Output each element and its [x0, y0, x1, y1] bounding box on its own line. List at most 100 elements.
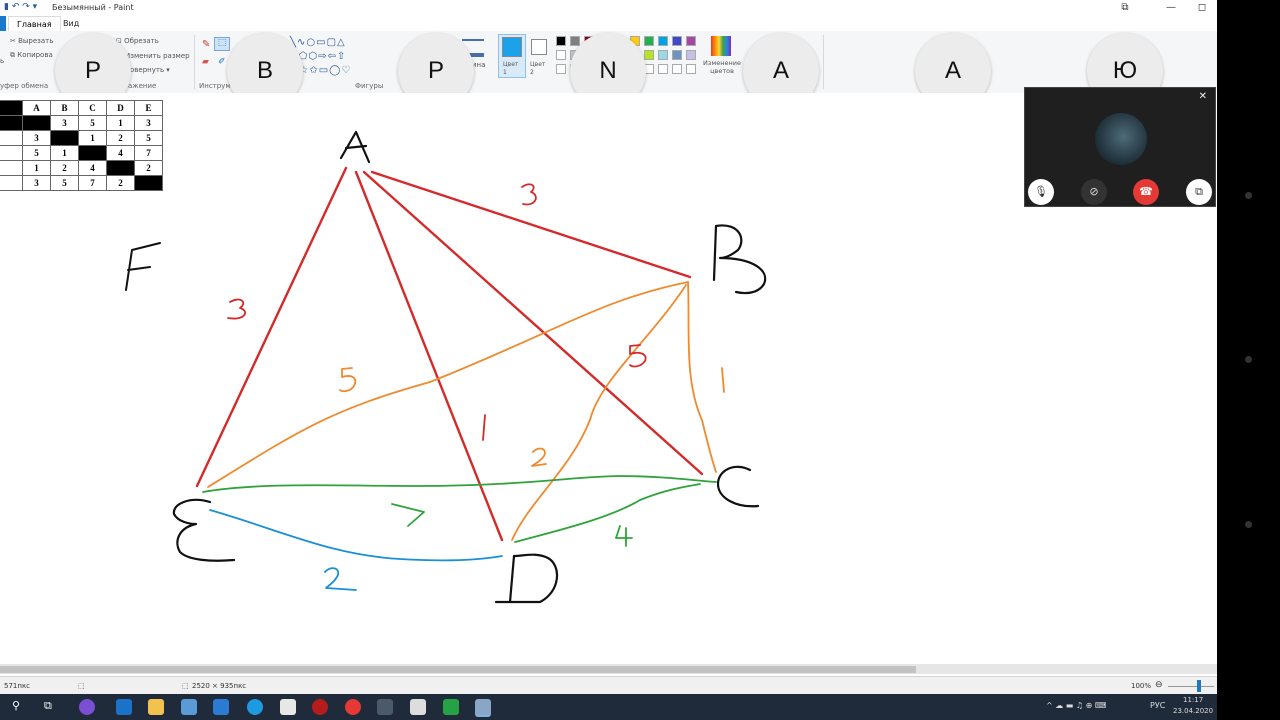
- paint-icon[interactable]: [475, 699, 491, 717]
- matrix-header-cell: B: [50, 100, 79, 116]
- palette-color[interactable]: [672, 50, 682, 60]
- language-indicator[interactable]: РУС: [1150, 701, 1165, 710]
- window-title: Безымянный - Paint: [52, 3, 134, 12]
- distance-matrix: A B C D E 3 5 1 3 3 1 2 5 5 1 4 7 1 2 4 …: [0, 100, 163, 191]
- fill-icon[interactable]: ⬚: [214, 37, 230, 51]
- matrix-cell: 1: [78, 130, 107, 146]
- matrix-cell: 3: [22, 175, 51, 191]
- matrix-cell: 2: [50, 160, 79, 176]
- palette-color[interactable]: [686, 64, 696, 74]
- matrix-cell: 4: [106, 145, 135, 161]
- maximize-icon[interactable]: ◻: [1187, 0, 1217, 16]
- mail-icon[interactable]: [213, 699, 229, 715]
- matrix-row-label: [0, 145, 23, 161]
- palette-color[interactable]: [686, 50, 696, 60]
- ribbon-separator: [823, 35, 824, 89]
- yandex-icon[interactable]: [345, 699, 361, 715]
- popout-button[interactable]: ⧉: [1186, 179, 1212, 205]
- palette-color[interactable]: [658, 50, 668, 60]
- palette-color[interactable]: [672, 36, 682, 46]
- matrix-diagonal-cell: [50, 130, 79, 146]
- resize-button[interactable]: Изменить размер: [125, 52, 190, 60]
- matrix-cell: 2: [106, 130, 135, 146]
- matrix-cell: 7: [134, 145, 163, 161]
- zoom-out-icon[interactable]: ⊖: [1155, 680, 1163, 690]
- image-size: 2520 × 935пкс: [192, 682, 247, 690]
- app-icon[interactable]: [79, 699, 95, 715]
- whatsapp-icon[interactable]: [443, 699, 459, 715]
- shapes-gallery[interactable]: ╲∿○▭▢△ ◇⬠⬡⇨⇦⇧ ✧☆✩▭◯♡: [290, 36, 390, 80]
- quick-access-icons[interactable]: ▮ ↶ ↷ ▾: [4, 2, 37, 12]
- store-icon[interactable]: [181, 699, 197, 715]
- panel-dot[interactable]: [1245, 356, 1252, 363]
- pencil-icon[interactable]: ✎: [202, 39, 210, 50]
- photos-icon[interactable]: [410, 699, 426, 715]
- panel-dot[interactable]: [1245, 192, 1252, 199]
- picker-icon[interactable]: ✐: [218, 57, 226, 67]
- zoom-slider[interactable]: [1168, 686, 1214, 687]
- zoom-thumb[interactable]: [1197, 680, 1201, 692]
- file-icon[interactable]: [280, 699, 296, 715]
- matrix-cell: 5: [134, 130, 163, 146]
- hangup-button[interactable]: ☎: [1133, 179, 1159, 205]
- eraser-icon[interactable]: ▰: [202, 57, 209, 67]
- clock-date[interactable]: 23.04.2020: [1173, 707, 1213, 715]
- scrollbar-thumb[interactable]: [0, 666, 916, 673]
- color1-swatch: [502, 37, 522, 57]
- crop-label: Обрезать: [124, 37, 159, 45]
- remote-avatar: [1095, 113, 1147, 165]
- app-icon[interactable]: [377, 699, 393, 715]
- matrix-header-cell: C: [78, 100, 107, 116]
- restore-icon[interactable]: ⧉: [1110, 0, 1140, 16]
- color2-swatch[interactable]: [531, 39, 547, 55]
- palette-color[interactable]: [658, 36, 668, 46]
- palette-color[interactable]: [570, 36, 580, 46]
- folder-icon[interactable]: [148, 699, 164, 715]
- teamviewer-icon[interactable]: [247, 699, 263, 715]
- palette-color[interactable]: [672, 64, 682, 74]
- crop-button[interactable]: ⊡ Обрезать: [116, 37, 159, 45]
- palette-color[interactable]: [658, 64, 668, 74]
- matrix-cell: 4: [78, 160, 107, 176]
- matrix-row-label: [0, 130, 23, 146]
- copy-button[interactable]: ⧉ Копирова: [10, 51, 53, 60]
- palette-color[interactable]: [556, 64, 566, 74]
- paste-button[interactable]: ь: [0, 57, 4, 65]
- palette-color[interactable]: [556, 36, 566, 46]
- clock-time[interactable]: 11:17: [1183, 696, 1203, 704]
- palette-color[interactable]: [644, 50, 654, 60]
- panel-dot[interactable]: [1245, 521, 1252, 528]
- matrix-row: 3 5 7 2: [0, 175, 163, 191]
- ribbon-tabs: Главная Вид: [0, 16, 1217, 32]
- matrix-row-label: [0, 115, 23, 131]
- edge-icon[interactable]: [116, 699, 132, 715]
- rotate-button[interactable]: овернуть ▾: [130, 66, 170, 74]
- mic-button[interactable]: 🎙: [1028, 179, 1054, 205]
- windows-taskbar: ⚲ ⧉ ^ ☁ ▬ ♫ ⊕ ⌨ РУС 11:17 23.04.2020: [0, 694, 1217, 720]
- search-icon[interactable]: ⚲: [12, 699, 20, 712]
- matrix-header-cell: A: [22, 100, 51, 116]
- palette-color[interactable]: [644, 36, 654, 46]
- cursor-position: 571пкс: [4, 682, 31, 690]
- task-view-icon[interactable]: ⧉: [44, 699, 52, 713]
- close-icon[interactable]: ✕: [1199, 91, 1207, 102]
- minimize-icon[interactable]: —: [1156, 0, 1186, 16]
- edit-colors-icon[interactable]: [711, 36, 731, 56]
- tab-view[interactable]: Вид: [55, 16, 87, 31]
- file-tab[interactable]: [0, 16, 6, 31]
- matrix-cell: 3: [50, 115, 79, 131]
- video-call-window[interactable]: ✕ 🎙 ⊘ ☎ ⧉: [1024, 87, 1216, 207]
- camera-off-button[interactable]: ⊘: [1081, 179, 1107, 205]
- palette-color[interactable]: [556, 50, 566, 60]
- camera-off-icon: ⊘: [1089, 185, 1099, 198]
- matrix-header-row: A B C D E: [0, 100, 163, 116]
- cut-button[interactable]: ✂ Вырезать: [10, 37, 53, 45]
- matrix-diagonal-cell: [134, 175, 163, 191]
- tray-icons[interactable]: ^ ☁ ▬ ♫ ⊕ ⌨: [1046, 701, 1106, 710]
- palette-color[interactable]: [686, 36, 696, 46]
- copy-label: Копирова: [17, 51, 53, 59]
- app-icon[interactable]: [312, 699, 328, 715]
- edit-colors-button[interactable]: Изменение цветов: [702, 59, 742, 75]
- tab-home[interactable]: Главная: [8, 16, 61, 32]
- matrix-row: 5 1 4 7: [0, 145, 163, 161]
